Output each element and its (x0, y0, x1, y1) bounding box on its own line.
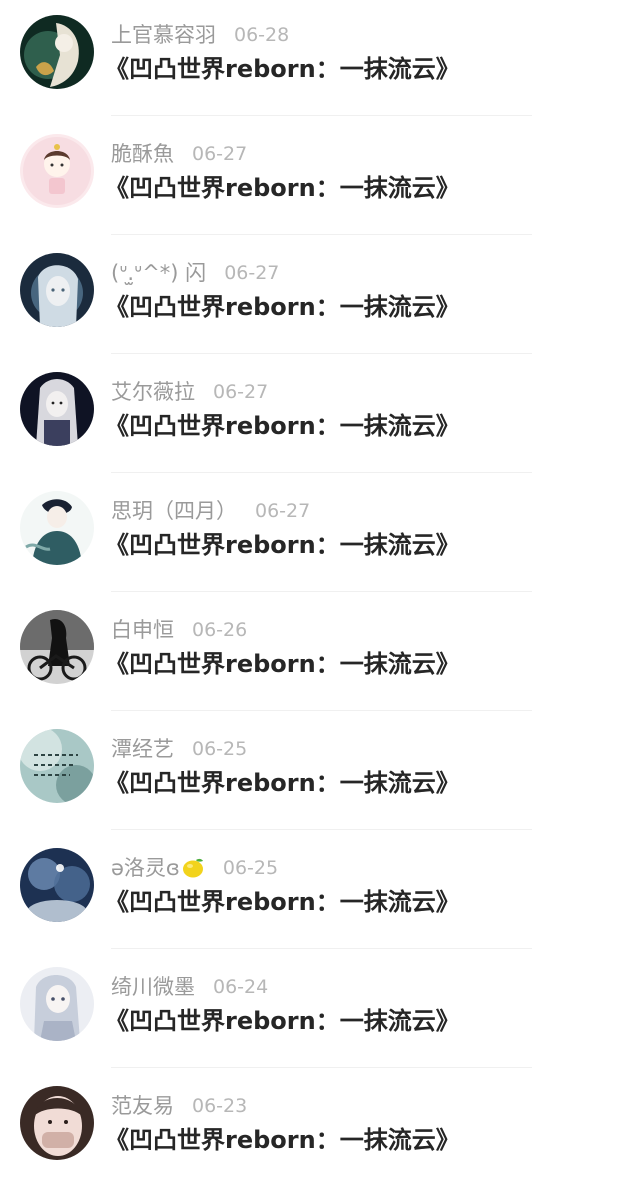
avatar[interactable] (20, 253, 94, 327)
avatar-image (20, 15, 94, 89)
comment-meta: 绮川微墨 06-24 (111, 972, 268, 1002)
comment-book-title[interactable]: 《凹凸世界reborn：一抹流云》 (105, 1005, 460, 1037)
avatar-image (20, 1086, 94, 1160)
divider (111, 353, 532, 354)
avatar-image (20, 729, 94, 803)
comment-date: 06-25 (222, 857, 279, 879)
avatar-image (20, 134, 94, 208)
comment-item[interactable]: (ᐡ.̫ᐡ^*) 闪 06-27 《凹凸世界reborn：一抹流云》 (0, 238, 640, 357)
comment-book-title[interactable]: 《凹凸世界reborn：一抹流云》 (105, 53, 460, 85)
username[interactable]: 艾尔薇拉 (111, 377, 195, 407)
avatar[interactable] (20, 729, 94, 803)
avatar-image (20, 610, 94, 684)
avatar-image (20, 491, 94, 565)
comment-meta: 白申恒 06-26 (111, 615, 247, 645)
comment-item[interactable]: 绮川微墨 06-24 《凹凸世界reborn：一抹流云》 (0, 952, 640, 1071)
avatar-image (20, 253, 94, 327)
comment-meta: 思玥（四月） 06-27 (111, 496, 310, 526)
divider (111, 115, 532, 116)
username[interactable]: (ᐡ.̫ᐡ^*) 闪 (111, 258, 206, 288)
avatar[interactable] (20, 491, 94, 565)
comment-book-title[interactable]: 《凹凸世界reborn：一抹流云》 (105, 648, 460, 680)
comment-item[interactable]: 思玥（四月） 06-27 《凹凸世界reborn：一抹流云》 (0, 476, 640, 595)
comment-date: 06-28 (234, 24, 290, 46)
comment-meta: 上官慕容羽 06-28 (111, 20, 289, 50)
divider (111, 1067, 532, 1068)
divider (111, 472, 532, 473)
comment-date: 06-27 (192, 143, 248, 165)
comment-book-title[interactable]: 《凹凸世界reborn：一抹流云》 (105, 767, 460, 799)
comment-feed: 上官慕容羽 06-28 《凹凸世界reborn：一抹流云》 脆酥魚 06-27 … (0, 0, 640, 1174)
avatar[interactable] (20, 372, 94, 446)
comment-item[interactable]: 白申恒 06-26 《凹凸世界reborn：一抹流云》 (0, 595, 640, 714)
comment-meta: ə洛灵ɞ 06-25 (111, 853, 278, 883)
comment-meta: (ᐡ.̫ᐡ^*) 闪 06-27 (111, 258, 279, 288)
comment-date: 06-26 (192, 619, 248, 641)
comment-date: 06-25 (192, 738, 248, 760)
comment-item[interactable]: 潭经艺 06-25 《凹凸世界reborn：一抹流云》 (0, 714, 640, 833)
divider (111, 948, 532, 949)
avatar[interactable] (20, 15, 94, 89)
divider (111, 591, 532, 592)
avatar-image (20, 967, 94, 1041)
comment-date: 06-27 (255, 500, 311, 522)
comment-item[interactable]: 艾尔薇拉 06-27 《凹凸世界reborn：一抹流云》 (0, 357, 640, 476)
comment-item[interactable]: 脆酥魚 06-27 《凹凸世界reborn：一抹流云》 (0, 119, 640, 238)
comment-meta: 脆酥魚 06-27 (111, 139, 247, 169)
username[interactable]: 绮川微墨 (111, 972, 195, 1002)
comment-item[interactable]: 上官慕容羽 06-28 《凹凸世界reborn：一抹流云》 (0, 0, 640, 119)
comment-meta: 艾尔薇拉 06-27 (111, 377, 268, 407)
username[interactable]: 白申恒 (111, 615, 174, 645)
username[interactable]: 潭经艺 (111, 734, 174, 764)
avatar-image (20, 848, 94, 922)
avatar[interactable] (20, 610, 94, 684)
comment-book-title[interactable]: 《凹凸世界reborn：一抹流云》 (105, 886, 460, 918)
lemon-icon (182, 858, 203, 878)
comment-item[interactable]: 范友易 06-23 《凹凸世界reborn：一抹流云》 (0, 1071, 640, 1190)
comment-book-title[interactable]: 《凹凸世界reborn：一抹流云》 (105, 172, 460, 204)
username[interactable]: 上官慕容羽 (111, 20, 216, 50)
comment-book-title[interactable]: 《凹凸世界reborn：一抹流云》 (105, 529, 460, 561)
comment-meta: 范友易 06-23 (111, 1091, 247, 1121)
divider (111, 234, 532, 235)
username[interactable]: ə洛灵ɞ (111, 853, 180, 883)
username[interactable]: 脆酥魚 (111, 139, 174, 169)
comment-item[interactable]: ə洛灵ɞ 06-25 《凹凸世界reborn：一抹流云》 (0, 833, 640, 952)
avatar[interactable] (20, 848, 94, 922)
comment-meta: 潭经艺 06-25 (111, 734, 247, 764)
avatar[interactable] (20, 134, 94, 208)
username[interactable]: 思玥（四月） (111, 496, 237, 526)
divider (111, 710, 532, 711)
username[interactable]: 范友易 (111, 1091, 174, 1121)
comment-date: 06-23 (192, 1095, 248, 1117)
comment-book-title[interactable]: 《凹凸世界reborn：一抹流云》 (105, 291, 460, 323)
comment-book-title[interactable]: 《凹凸世界reborn：一抹流云》 (105, 410, 460, 442)
comment-date: 06-27 (213, 381, 269, 403)
divider (111, 829, 532, 830)
avatar[interactable] (20, 1086, 94, 1160)
comment-date: 06-27 (224, 262, 280, 284)
comment-book-title[interactable]: 《凹凸世界reborn：一抹流云》 (105, 1124, 460, 1156)
comment-date: 06-24 (213, 976, 269, 998)
avatar-image (20, 372, 94, 446)
avatar[interactable] (20, 967, 94, 1041)
